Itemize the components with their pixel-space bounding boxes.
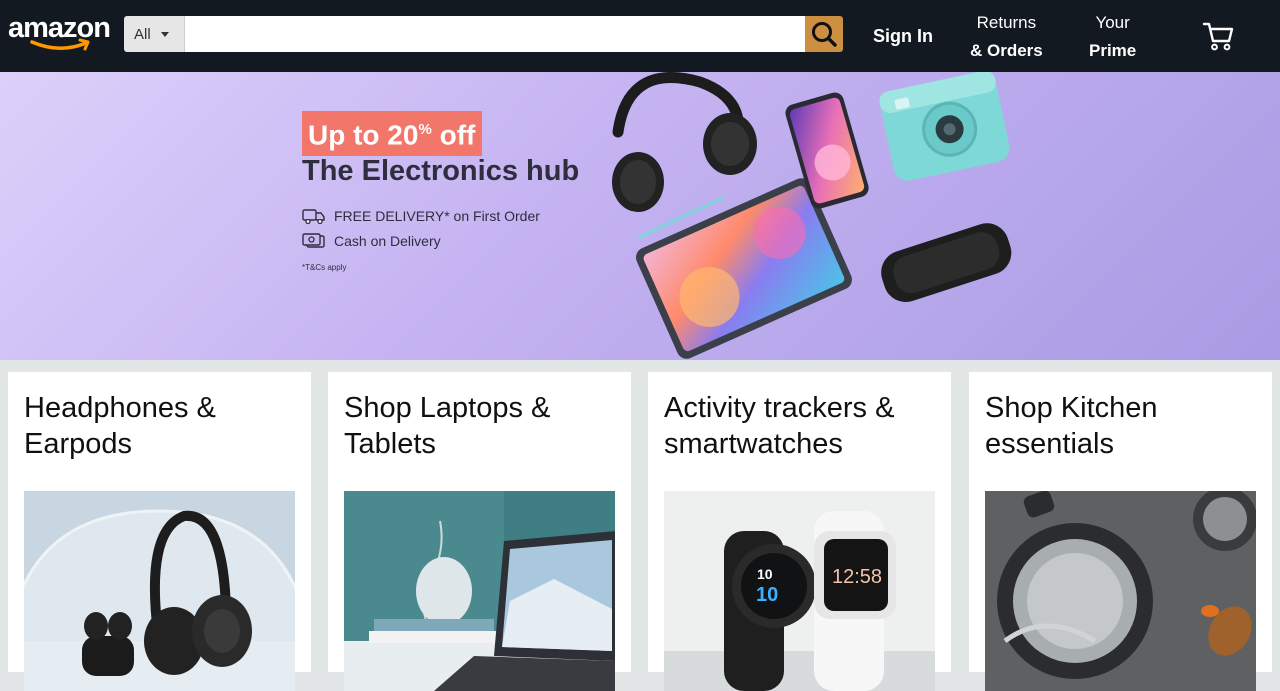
- card-title: Activity trackers & smartwatches: [664, 392, 895, 460]
- terms-note: *T&Cs apply: [302, 263, 347, 272]
- watch-left-bottom-readout: 10: [756, 584, 778, 606]
- discount-badge: Up to 20% off: [302, 111, 483, 157]
- search-category-dropdown[interactable]: All: [124, 16, 185, 52]
- cash-on-delivery-perk: Cash on Delivery: [302, 232, 441, 250]
- electronics-hero-banner[interactable]: Up to 20% off The Electronics hub FREE D…: [0, 72, 1280, 360]
- search-input[interactable]: [185, 16, 805, 52]
- card-title: Shop Laptops & Tablets: [344, 392, 551, 460]
- returns-orders-link[interactable]: Returns & Orders: [970, 9, 1043, 65]
- returns-label: Returns: [976, 13, 1037, 32]
- badge-percent: %: [418, 121, 432, 138]
- category-card-smartwatches[interactable]: Activity trackers & smartwatches 10 10 1…: [648, 372, 951, 691]
- cash-icon: [302, 233, 325, 248]
- headphones-image[interactable]: [24, 491, 295, 691]
- laptop-image[interactable]: [344, 491, 615, 691]
- card-title: Headphones & Earpods: [24, 392, 216, 460]
- speaker-product: [881, 223, 1012, 303]
- your-prime-link[interactable]: Your Prime: [1089, 9, 1136, 65]
- headphones-product: [612, 72, 757, 212]
- delivery-truck-icon: [302, 209, 325, 225]
- hero-title: The Electronics hub: [302, 155, 580, 187]
- free-delivery-perk: FREE DELIVERY* on First Order: [302, 207, 540, 225]
- caret-down-icon: [160, 31, 169, 37]
- smartwatch-image[interactable]: 10 10 12:58: [664, 491, 935, 691]
- card-title: Shop Kitchen essentials: [985, 392, 1158, 460]
- search-icon: [812, 22, 837, 47]
- free-delivery-text: FREE DELIVERY* on First Order: [334, 208, 540, 224]
- category-card-headphones[interactable]: Headphones & Earpods: [8, 372, 311, 691]
- prime-label: Prime: [1089, 41, 1137, 60]
- amazon-logo[interactable]: amazon: [8, 12, 118, 56]
- sign-in-link[interactable]: Sign In: [873, 22, 933, 50]
- top-navbar: amazon All Sign In Returns & Orders Your…: [0, 0, 1280, 72]
- search-bar: All: [124, 16, 843, 52]
- orders-label: & Orders: [970, 41, 1043, 60]
- cash-on-delivery-text: Cash on Delivery: [334, 233, 441, 249]
- watch-left-top-readout: 10: [757, 566, 773, 582]
- category-card-kitchen[interactable]: Shop Kitchen essentials: [969, 372, 1272, 691]
- cart-icon[interactable]: [1201, 19, 1235, 53]
- electronics-product-collage: [612, 72, 1012, 359]
- your-label: Your: [1095, 13, 1130, 32]
- search-button[interactable]: [805, 16, 843, 52]
- badge-text: Up to 20: [308, 119, 419, 151]
- search-category-label: All: [134, 25, 151, 43]
- watch-right-time-readout: 12:58: [832, 566, 882, 588]
- cookware-image[interactable]: [985, 491, 1256, 691]
- logo-smile-icon: [30, 38, 90, 51]
- category-card-laptops[interactable]: Shop Laptops & Tablets: [328, 372, 631, 691]
- instant-camera-product: [879, 72, 1010, 181]
- badge-suffix: off: [431, 119, 476, 151]
